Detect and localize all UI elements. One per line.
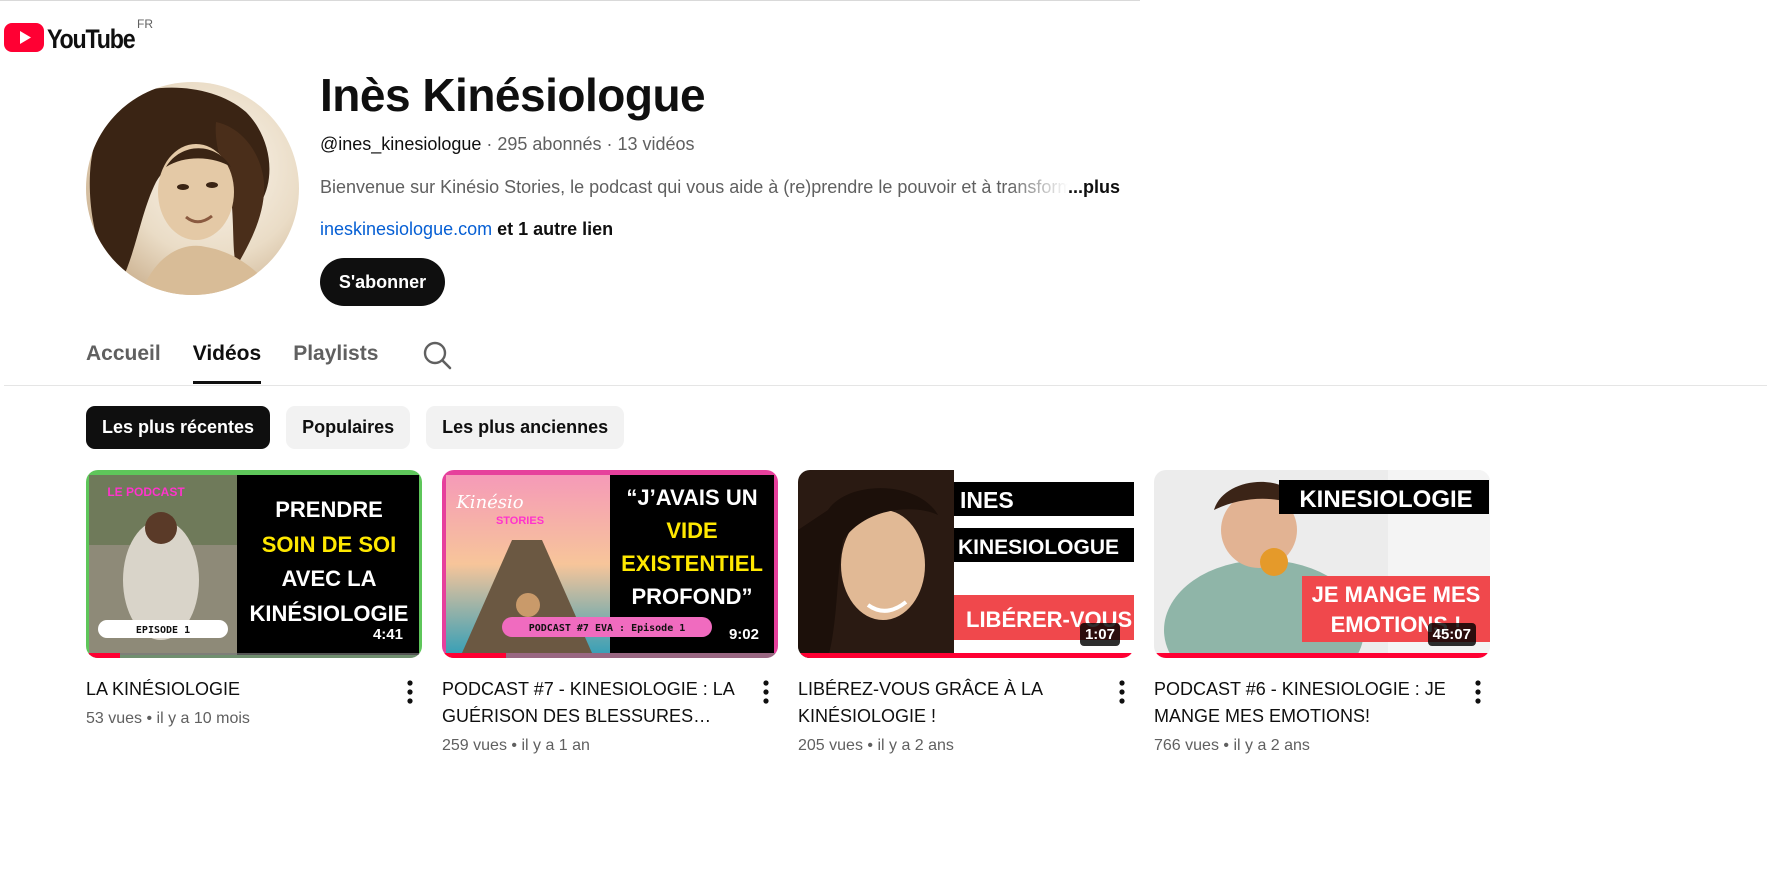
video-card[interactable]: EPISODE 1 LE PODCAST PRENDRE SOIN DE SOI… [86,470,422,730]
upload-age: il y a 10 mois [156,710,250,727]
thumb-badge: Kinésio [455,492,523,513]
video-duration: 45:07 [1427,623,1476,646]
chip-oldest[interactable]: Les plus anciennes [426,406,625,449]
channel-links: ineskinesiologue.com et 1 autre lien [320,218,613,240]
more-actions-icon[interactable] [1112,678,1132,706]
video-title[interactable]: LA KINÉSIOLOGIE [86,676,386,703]
country-code: FR [137,17,153,31]
youtube-logo[interactable]: YouTube FR [4,17,153,54]
view-count: 259 vues [442,737,507,754]
channel-handle: @ines_kinesiologue [320,134,482,154]
channel-meta: @ines_kinesiologue · 295 abonnés · 13 vi… [320,133,695,155]
channel-description[interactable]: Bienvenue sur Kinésio Stories, le podcas… [320,176,1120,198]
upload-age: il y a 2 ans [877,737,954,754]
video-thumbnail[interactable]: PODCAST #7 EVA : Episode 1 Kinésio STORI… [442,470,778,658]
subscribe-button[interactable]: S'abonner [320,258,445,306]
video-count: 13 vidéos [617,134,695,154]
avatar-image [86,82,299,295]
thumb-line: SOIN DE SOI [262,532,396,557]
channel-avatar [86,82,299,295]
upload-age: il y a 1 an [521,737,590,754]
tab-playlists[interactable]: Playlists [293,336,378,384]
view-count: 205 vues [798,737,863,754]
tab-videos[interactable]: Vidéos [192,336,262,384]
meta-separator: • [862,737,878,754]
video-thumbnail[interactable]: EPISODE 1 LE PODCAST PRENDRE SOIN DE SOI… [86,470,422,658]
video-meta: 205 vues • il y a 2 ans [798,735,1134,757]
thumb-line: KINESIOLOGUE [958,536,1119,559]
channel-tabs: Accueil Vidéos Playlists [86,336,452,386]
thumb-line: PROFOND” [632,584,753,609]
thumb-badge: STORIES [496,515,544,527]
thumb-line: KINESIOLOGIE [1299,486,1472,513]
video-meta: 766 vues • il y a 2 ans [1154,735,1490,757]
video-meta: 53 vues • il y a 10 mois [86,708,422,730]
tab-accueil[interactable]: Accueil [86,336,161,384]
meta-separator: • [142,710,157,727]
description-text: Bienvenue sur Kinésio Stories, le podcas… [320,177,1068,197]
view-count: 53 vues [86,710,143,727]
other-links-button[interactable]: et 1 autre lien [492,219,613,239]
video-duration: 9:02 [723,623,764,646]
watch-progress [798,653,1134,658]
view-count: 766 vues [1154,737,1219,754]
video-thumbnail[interactable]: INES KINESIOLOGUE LIBÉRER-VOUS ! 1:07 [798,470,1134,658]
more-actions-icon[interactable] [1468,678,1488,706]
watch-progress [442,653,778,658]
youtube-wordmark: YouTube [47,24,136,54]
more-actions-icon[interactable] [756,678,776,706]
thumb-line: “J’AVAIS UN [626,485,757,510]
meta-separator: • [506,737,522,754]
upload-age: il y a 2 ans [1233,737,1310,754]
subscriber-count: 295 abonnés [497,134,602,154]
meta-separator: • [1218,737,1234,754]
thumb-episode-label: EPISODE 1 [136,625,190,636]
video-title[interactable]: PODCAST #7 - KINESIOLOGIE : LA GUÉRISON … [442,676,742,730]
watch-progress [86,653,422,658]
thumb-line: EXISTENTIEL [621,551,763,576]
search-icon[interactable] [422,340,452,370]
thumb-line: VIDE [666,518,717,543]
thumb-episode-label: PODCAST #7 EVA : Episode 1 [529,622,686,634]
chip-popular[interactable]: Populaires [286,406,411,449]
watch-progress [1154,653,1490,658]
chip-most-recent[interactable]: Les plus récentes [86,406,271,449]
video-card[interactable]: PODCAST #7 EVA : Episode 1 Kinésio STORI… [442,470,778,757]
channel-name: Inès Kinésiologue [320,69,706,121]
top-border [0,0,1140,1]
thumb-line: JE MANGE MES [1312,582,1481,607]
more-actions-icon[interactable] [400,678,420,706]
more-button[interactable]: ...plus [1068,176,1120,198]
thumb-line: INES [960,487,1014,513]
youtube-play-icon [4,23,44,52]
thumb-line: AVEC LA [282,566,377,591]
thumb-line: PRENDRE [275,497,383,522]
channel-website-link[interactable]: ineskinesiologue.com [320,219,492,239]
video-thumbnail[interactable]: KINESIOLOGIE JE MANGE MES EMOTIONS ! 45:… [1154,470,1490,658]
video-card[interactable]: KINESIOLOGIE JE MANGE MES EMOTIONS ! 45:… [1154,470,1490,757]
meta-separator: · [601,134,618,154]
video-title[interactable]: PODCAST #6 - KINESIOLOGIE : JE MANGE MES… [1154,676,1454,730]
meta-separator: · [481,134,498,154]
video-duration: 1:07 [1079,623,1120,646]
thumb-badge: LE PODCAST [107,485,185,499]
tabs-divider [4,385,1767,386]
video-duration: 4:41 [367,623,408,646]
sort-chips: Les plus récentes Populaires Les plus an… [86,406,640,449]
video-meta: 259 vues • il y a 1 an [442,735,778,757]
video-card[interactable]: INES KINESIOLOGUE LIBÉRER-VOUS ! 1:07 LI… [798,470,1134,757]
video-title[interactable]: LIBÉREZ-VOUS GRÂCE À LA KINÉSIOLOGIE ! [798,676,1098,730]
